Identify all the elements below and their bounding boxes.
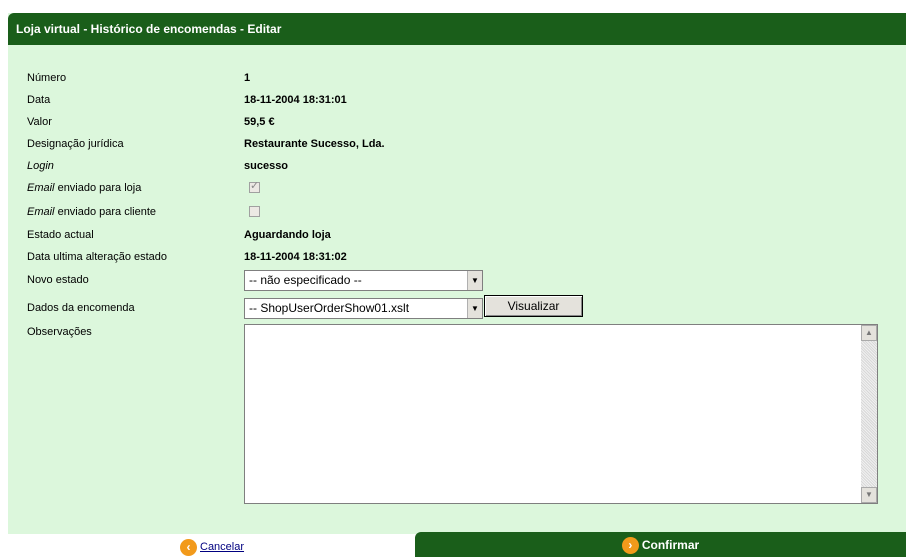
page-title: Loja virtual - Histórico de encomendas -… — [16, 22, 282, 36]
cancel-link[interactable]: Cancelar — [200, 541, 244, 553]
dados-encomenda-selected: -- ShopUserOrderShow01.xslt — [249, 301, 410, 315]
chevron-down-icon[interactable]: ▼ — [467, 271, 482, 290]
valor-label: Valor — [27, 116, 52, 128]
dados-encomenda-label: Dados da encomenda — [27, 302, 135, 314]
email-loja-label-rest: enviado para loja — [54, 182, 142, 194]
designacao-label: Designação jurídica — [27, 138, 124, 150]
email-cliente-label: Email enviado para cliente — [27, 202, 156, 222]
dados-encomenda-select[interactable]: -- ShopUserOrderShow01.xslt ▼ — [244, 298, 483, 319]
numero-label: Número — [27, 72, 67, 84]
novo-estado-label: Novo estado — [27, 274, 89, 286]
data-alteracao-label: Data ultima alteração estado — [27, 251, 168, 263]
novo-estado-selected: -- não especificado -- — [249, 273, 362, 287]
data-value: 18-11-2004 18:31:01 — [244, 94, 347, 106]
novo-estado-select[interactable]: -- não especificado -- ▼ — [244, 270, 483, 291]
email-cliente-label-rest: enviado para cliente — [54, 206, 157, 218]
confirm-button[interactable]: › Confirmar — [415, 532, 906, 557]
email-cliente-checkbox[interactable] — [249, 206, 260, 217]
email-cliente-label-em: Email — [27, 206, 55, 218]
observacoes-textarea[interactable]: ▲ ▼ — [244, 324, 878, 504]
designacao-value: Restaurante Sucesso, Lda. — [244, 138, 385, 150]
forward-arrow-icon: › — [621, 537, 639, 555]
page-title-bar: Loja virtual - Histórico de encomendas -… — [8, 13, 906, 45]
email-loja-label-em: Email — [27, 182, 55, 194]
numero-value: 1 — [244, 72, 251, 84]
valor-value: 59,5 € — [244, 116, 275, 128]
chevron-down-icon[interactable]: ▼ — [467, 299, 482, 318]
estado-actual-label: Estado actual — [27, 229, 94, 241]
confirm-label: Confirmar — [641, 538, 700, 552]
login-label: Login — [27, 160, 54, 172]
data-alteracao-value: 18-11-2004 18:31:02 — [244, 251, 347, 263]
visualizar-button[interactable]: Visualizar — [484, 295, 583, 317]
email-loja-label: Email enviado para loja — [27, 178, 141, 198]
scroll-down-icon[interactable]: ▼ — [861, 487, 877, 503]
scroll-up-icon[interactable]: ▲ — [861, 325, 877, 341]
observacoes-label: Observações — [27, 326, 92, 338]
checkmark-icon: ✓ — [250, 180, 260, 192]
textarea-scrollbar[interactable]: ▲ ▼ — [861, 325, 877, 503]
data-label: Data — [27, 94, 51, 106]
estado-actual-value: Aguardando loja — [244, 229, 331, 241]
back-arrow-icon[interactable]: ‹ — [180, 539, 197, 556]
cancel-area[interactable]: ‹ Cancelar — [180, 538, 244, 557]
login-value: sucesso — [244, 160, 289, 172]
email-loja-checkbox[interactable]: ✓ — [249, 180, 260, 193]
